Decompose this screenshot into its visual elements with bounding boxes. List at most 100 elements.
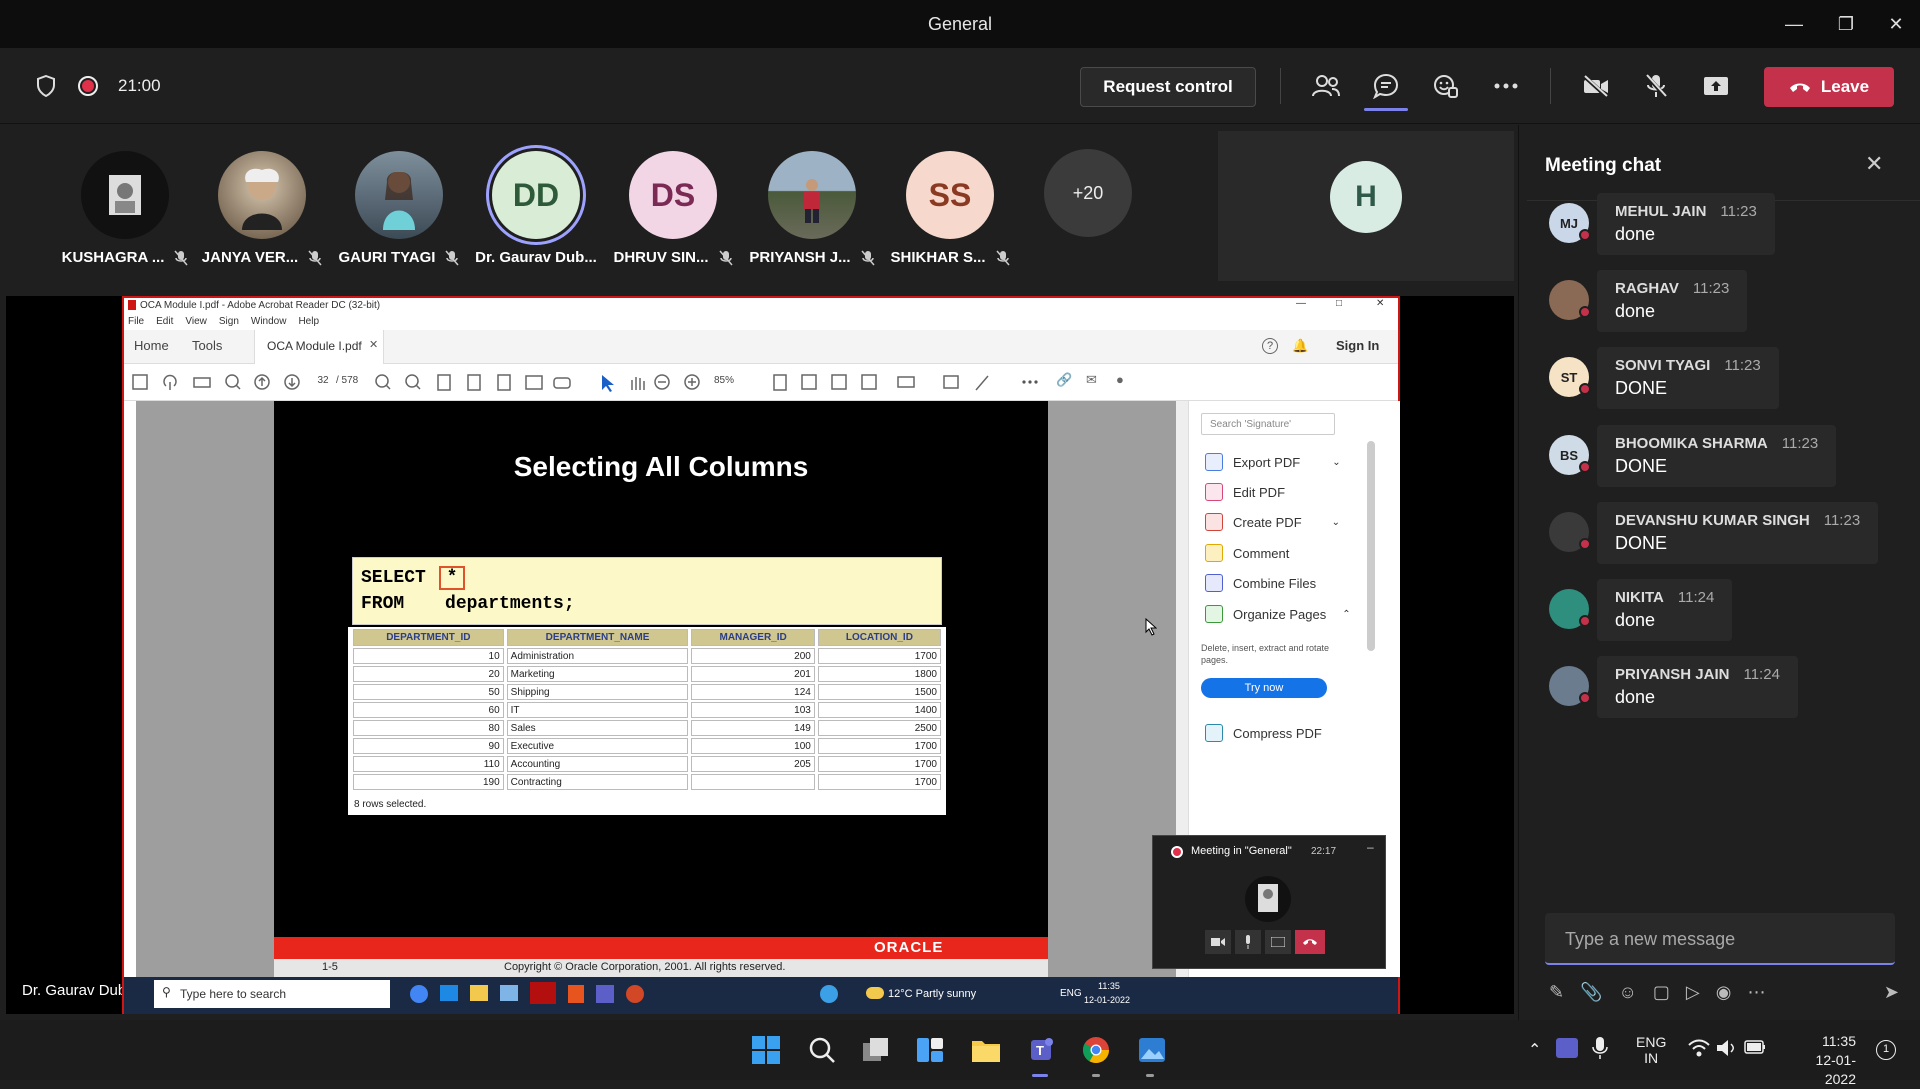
tool-combine-files[interactable]: Combine Files (1205, 574, 1316, 592)
close-chat-icon[interactable]: ✕ (1865, 151, 1883, 177)
try-now-button[interactable]: Try now (1201, 678, 1327, 698)
sign-in-button[interactable]: Sign In (1336, 338, 1379, 353)
minimize-button[interactable]: — (1774, 10, 1814, 38)
acrobat-maximize-button[interactable]: □ (1336, 298, 1342, 309)
emoji-icon[interactable]: ☺ (1619, 982, 1637, 1003)
zoom-select[interactable]: 85% (714, 375, 734, 386)
teams-tray-icon[interactable] (1556, 1038, 1578, 1058)
start-icon[interactable] (748, 1032, 784, 1068)
help-icon[interactable]: ? (1262, 338, 1278, 354)
participant-tile[interactable]: DS DHRUV SIN... (603, 151, 743, 266)
chevron-up-icon[interactable]: ⌃ (1342, 609, 1350, 620)
show-hidden-icons-chevron[interactable]: ⌃ (1528, 1040, 1541, 1060)
chevron-down-icon[interactable]: ⌄ (1332, 517, 1340, 528)
tab-tools[interactable]: Tools (192, 338, 222, 353)
mic-off-icon[interactable] (1640, 70, 1672, 102)
camera-off-icon[interactable] (1580, 70, 1612, 102)
file-explorer-icon[interactable] (968, 1032, 1004, 1068)
leave-button[interactable]: Leave (1764, 67, 1894, 107)
chevron-down-icon[interactable]: ⌄ (1332, 457, 1340, 468)
volume-icon[interactable] (1716, 1038, 1738, 1063)
powerpoint-app-icon[interactable] (626, 985, 644, 1003)
acrobat-close-button[interactable]: ✕ (1376, 298, 1384, 309)
acrobat-minimize-button[interactable]: — (1296, 298, 1306, 309)
request-control-button[interactable]: Request control (1080, 67, 1256, 107)
battery-icon[interactable] (1744, 1040, 1766, 1059)
wifi-icon[interactable] (1688, 1038, 1710, 1063)
input-language[interactable]: ENG IN (1636, 1034, 1666, 1066)
chrome-app-icon[interactable] (410, 985, 428, 1003)
more-participants-button[interactable]: +20 (1044, 149, 1132, 237)
participant-tile[interactable]: SS SHIKHAR S... (880, 151, 1020, 266)
tool-export-pdf[interactable]: Export PDF ⌄ (1205, 453, 1341, 471)
notification-badge[interactable]: 1 (1876, 1040, 1896, 1060)
share-screen-icon[interactable] (1700, 70, 1732, 102)
task-view-icon[interactable] (858, 1032, 894, 1068)
hangup-icon[interactable] (1295, 930, 1325, 954)
teams-app-icon[interactable] (596, 985, 614, 1003)
tool-compress-pdf[interactable]: Compress PDF (1205, 724, 1322, 742)
participant-tile[interactable]: KUSHAGRA ... (55, 151, 195, 266)
tab-close-icon[interactable]: ✕ (369, 338, 378, 351)
menu-view[interactable]: View (185, 316, 207, 330)
menu-window[interactable]: Window (251, 316, 287, 330)
pdf-viewport[interactable]: Selecting All Columns SELECT * FROM depa… (136, 401, 1188, 977)
mic-icon[interactable] (1592, 1036, 1608, 1065)
more-options-icon[interactable]: ⋯ (1747, 982, 1765, 1003)
mail-icon[interactable]: ✉ (1086, 372, 1097, 388)
help-app-icon[interactable] (820, 985, 838, 1003)
clock[interactable]: 11:35 12-01-2022 (1786, 1032, 1856, 1089)
share-icon[interactable] (1265, 930, 1291, 954)
participant-tile[interactable]: JANYA VER... (192, 151, 332, 266)
acrobat-app-icon[interactable] (530, 982, 556, 1004)
chrome-icon[interactable] (1078, 1032, 1114, 1068)
people-icon[interactable] (1310, 70, 1342, 102)
bell-icon[interactable]: 🔔 (1292, 338, 1308, 354)
shared-taskbar-search[interactable]: ⚲ Type here to search (154, 980, 390, 1008)
tool-create-pdf[interactable]: Create PDF ⌄ (1205, 513, 1340, 531)
teams-icon[interactable]: T (1022, 1032, 1058, 1068)
participant-tile[interactable]: GAURI TYAGI (329, 151, 469, 266)
participant-tile[interactable]: PRIYANSH J... (742, 151, 882, 266)
photos-icon[interactable] (1134, 1032, 1170, 1068)
office-app-icon[interactable] (568, 985, 584, 1003)
widgets-icon[interactable] (912, 1032, 948, 1068)
user-icon[interactable]: ● (1116, 372, 1124, 387)
reactions-icon[interactable] (1430, 70, 1462, 102)
mini-meeting-window[interactable]: Meeting in "General" 22:17 – (1152, 835, 1386, 969)
chat-message-input[interactable]: Type a new message (1545, 913, 1895, 965)
menu-file[interactable]: File (128, 316, 144, 330)
tools-pane-scrollbar[interactable] (1367, 441, 1375, 651)
tools-search-input[interactable]: Search 'Signature' (1201, 413, 1335, 435)
mic-icon[interactable] (1235, 930, 1261, 954)
attach-icon[interactable]: 📎 (1580, 982, 1602, 1003)
tool-organize-pages[interactable]: Organize Pages ⌃ (1205, 605, 1351, 623)
mini-minimize-button[interactable]: – (1367, 840, 1374, 854)
explorer-app-icon[interactable] (470, 985, 488, 1001)
message-text: done (1615, 687, 1656, 707)
format-icon[interactable]: ✎ (1549, 982, 1564, 1003)
page-number-input[interactable]: 32 (314, 375, 332, 386)
tool-edit-pdf[interactable]: Edit PDF (1205, 483, 1285, 501)
menu-sign[interactable]: Sign (219, 316, 239, 330)
meet-now-icon[interactable]: ▷ (1686, 982, 1700, 1003)
search-icon[interactable] (804, 1032, 840, 1068)
menu-edit[interactable]: Edit (156, 316, 173, 330)
tab-document[interactable]: OCA Module I.pdf ✕ (254, 330, 384, 364)
more-options-icon[interactable] (1490, 70, 1522, 102)
close-window-button[interactable]: ✕ (1876, 10, 1916, 38)
praise-icon[interactable]: ◉ (1716, 982, 1732, 1003)
participant-tile-active-speaker[interactable]: DD Dr. Gaurav Dub... (466, 151, 606, 266)
notes-app-icon[interactable] (500, 985, 518, 1001)
menu-help[interactable]: Help (298, 316, 319, 330)
recording-icon (72, 70, 104, 102)
chat-icon[interactable] (1370, 70, 1402, 102)
sticker-icon[interactable]: ▢ (1653, 982, 1670, 1003)
link-icon[interactable]: 🔗 (1056, 372, 1072, 388)
camera-off-icon[interactable] (1205, 930, 1231, 954)
restore-button[interactable]: ❐ (1826, 10, 1866, 38)
tool-comment[interactable]: Comment (1205, 544, 1289, 562)
tab-home[interactable]: Home (134, 338, 169, 353)
mail-app-icon[interactable] (440, 985, 458, 1001)
send-icon[interactable]: ➤ (1884, 982, 1899, 1003)
